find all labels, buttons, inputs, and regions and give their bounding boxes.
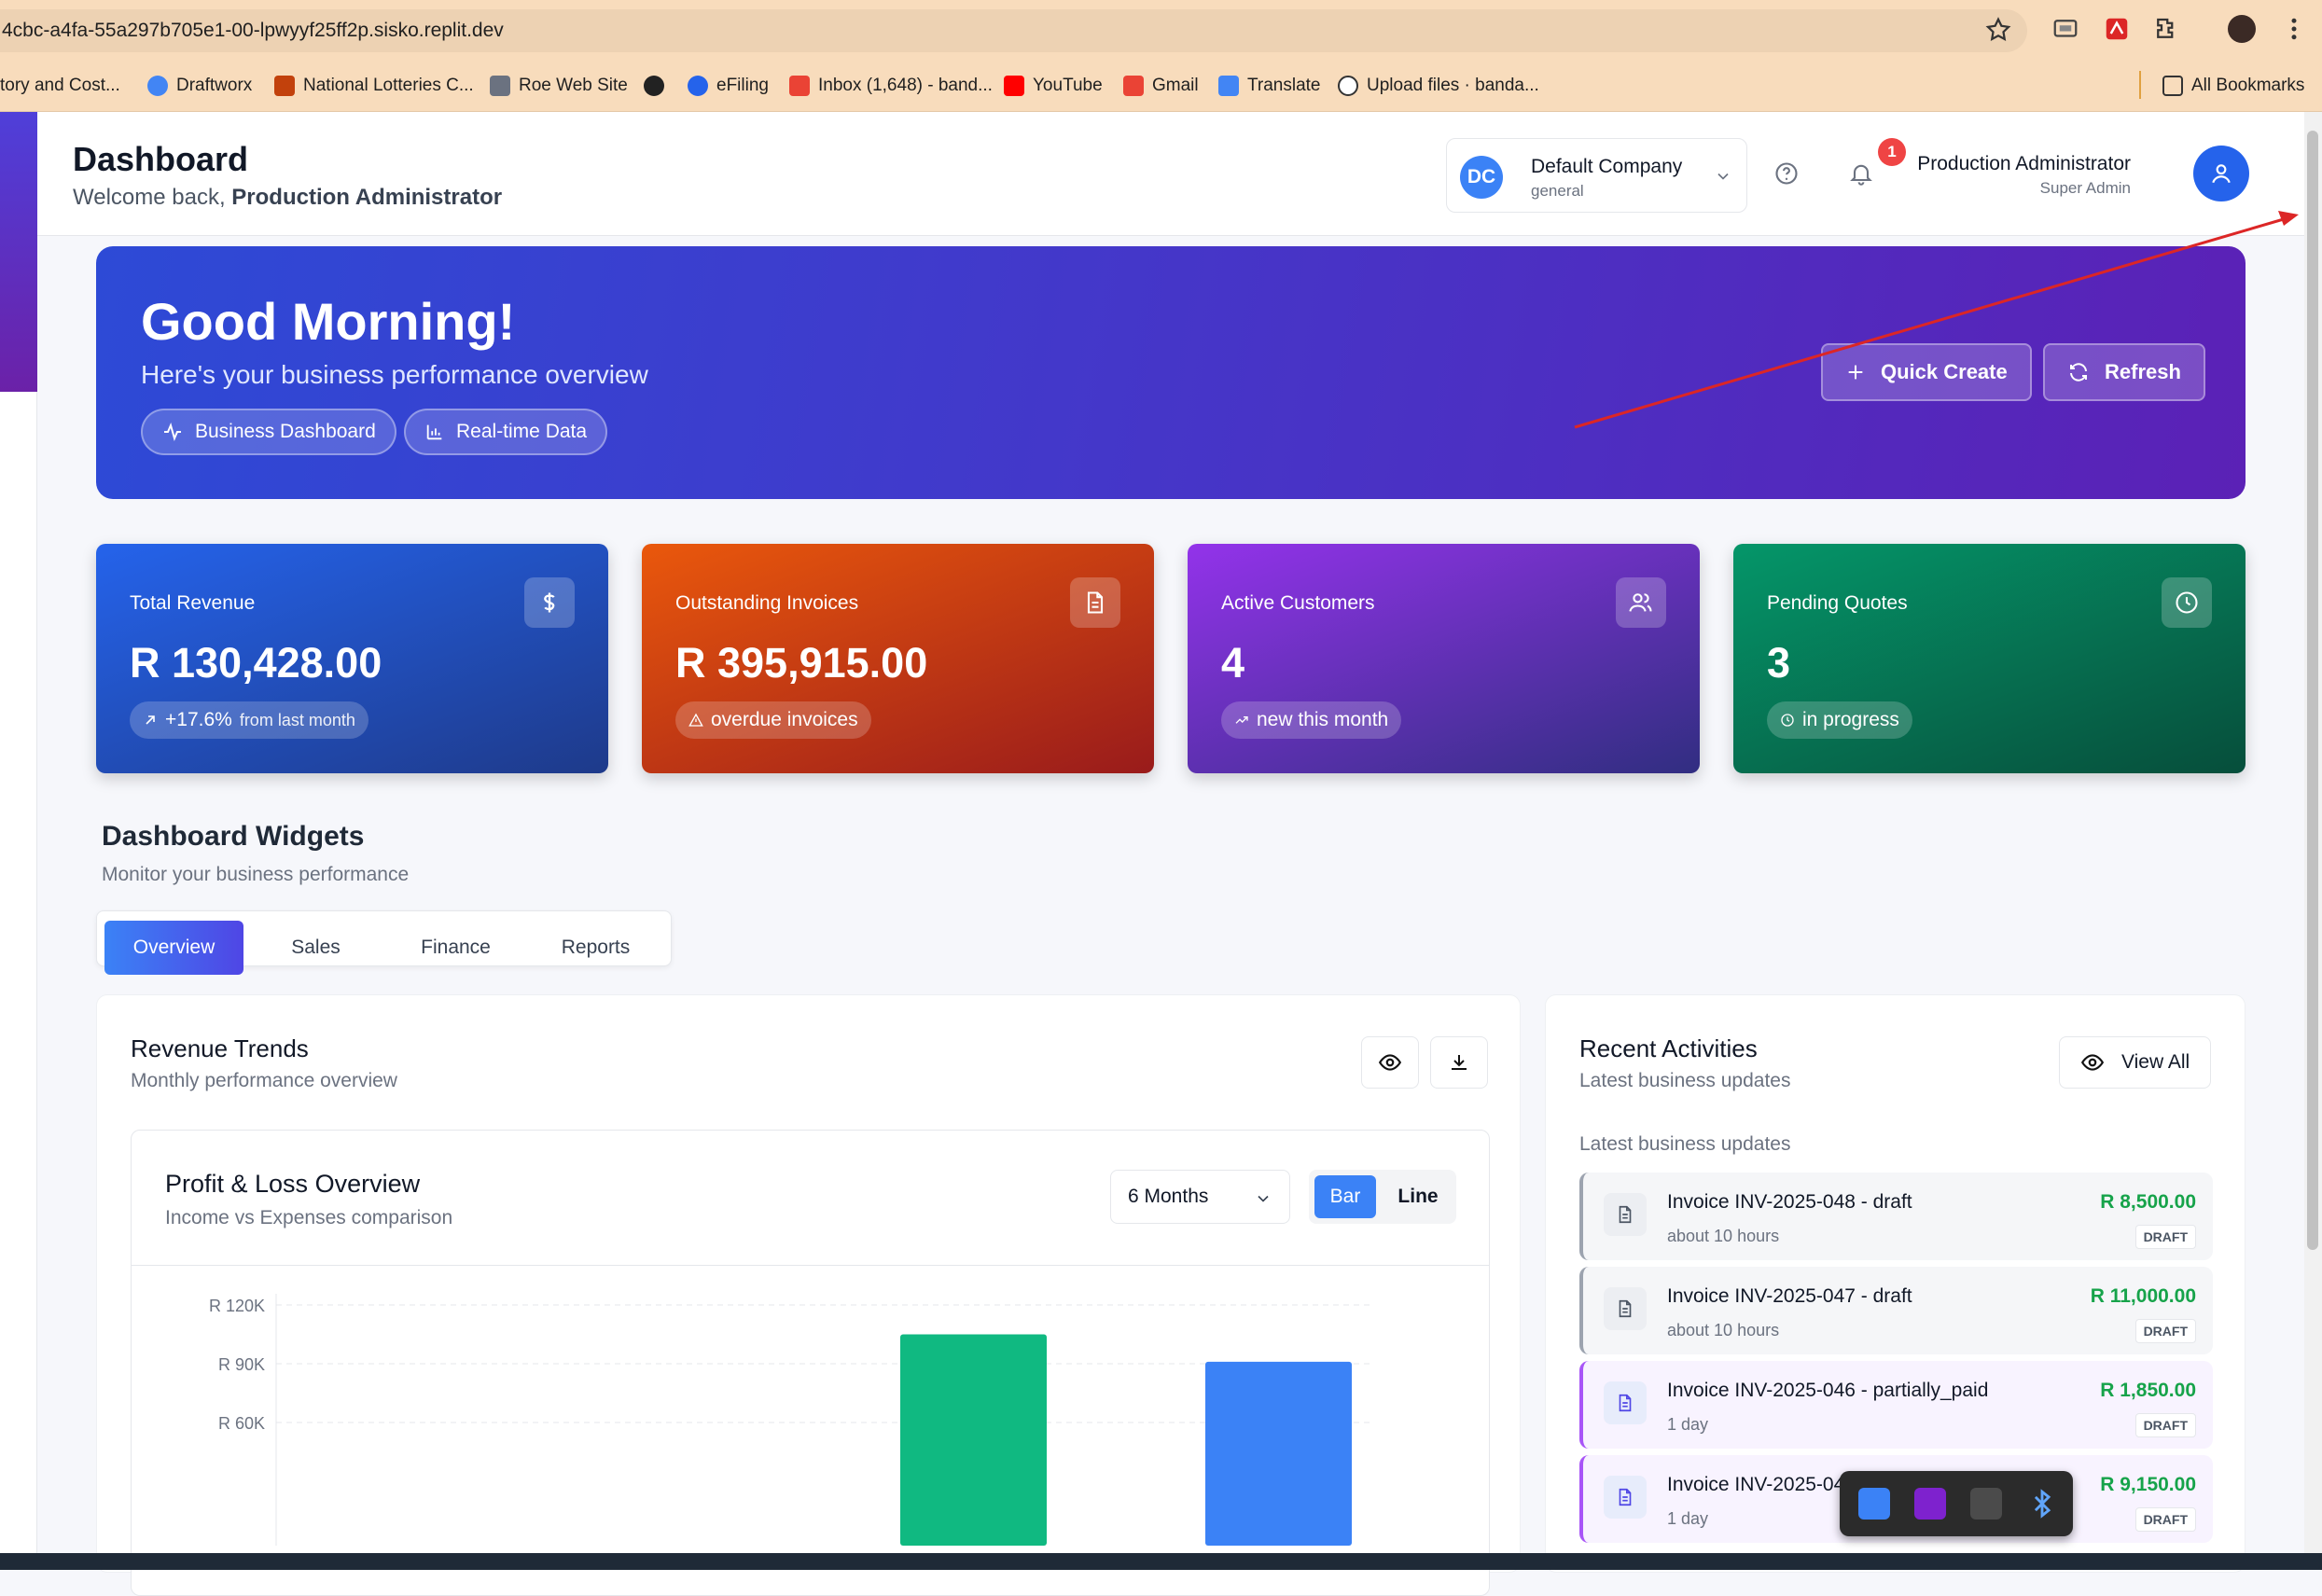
line-toggle[interactable]: Line [1387, 1175, 1449, 1218]
card-value: R 130,428.00 [130, 639, 382, 687]
chart-title: Profit & Loss Overview [165, 1170, 421, 1198]
activity-amount: R 11,000.00 [2090, 1285, 2196, 1307]
card-value: 3 [1767, 639, 1791, 687]
overdue-pill: overdue invoices [675, 701, 871, 739]
activity-time: 1 day [1667, 1415, 1709, 1434]
new-customers-pill: new this month [1221, 701, 1402, 739]
revenue-trends-panel: Revenue Trends Monthly performance overv… [96, 994, 1521, 1596]
period-select[interactable]: 6 Months [1110, 1170, 1290, 1224]
panel-subtitle: Latest business updates [1579, 1070, 1791, 1091]
card-value: R 395,915.00 [675, 639, 928, 687]
clock-icon [1781, 714, 1794, 727]
total-revenue-card[interactable]: Total Revenue R 130,428.00 +17.6% from la… [96, 544, 608, 773]
active-customers-card[interactable]: Active Customers 4 new this month [1188, 544, 1700, 773]
activity-name: Invoice INV-2025-047 - draft [1667, 1285, 1912, 1307]
card-title: Active Customers [1221, 592, 1375, 614]
activity-amount: R 9,150.00 [2100, 1474, 2196, 1495]
activity-item[interactable]: Invoice INV-2025-046 - partially_paid 1 d… [1579, 1361, 2213, 1449]
chart-bar[interactable] [1205, 1361, 1352, 1546]
y-tick-label: R 90K [218, 1355, 265, 1374]
activity-time: 1 day [1667, 1509, 1709, 1528]
profit-loss-chart: R 120K R 90K R 60K [209, 1294, 1372, 1547]
document-icon [1604, 1287, 1647, 1330]
status-badge: DRAFT [2134, 1507, 2196, 1532]
activity-item[interactable]: Invoice INV-2025-048 - draft about 10 hou… [1579, 1173, 2213, 1260]
app-window-icon[interactable] [1858, 1488, 1890, 1520]
card-title: Outstanding Invoices [675, 592, 859, 614]
activity-amount: R 8,500.00 [2100, 1191, 2196, 1213]
view-all-button[interactable]: View All [2059, 1036, 2211, 1089]
view-button[interactable] [1361, 1036, 1419, 1089]
activity-time: about 10 hours [1667, 1227, 1780, 1245]
os-taskbar [0, 1553, 2322, 1570]
pending-quotes-card[interactable]: Pending Quotes 3 in progress [1733, 544, 2246, 773]
outstanding-invoices-card[interactable]: Outstanding Invoices R 395,915.00 overdu… [642, 544, 1154, 773]
activity-amount: R 1,850.00 [2100, 1380, 2196, 1401]
panel-title: Revenue Trends [131, 1034, 309, 1062]
tab-finance[interactable]: Finance [386, 921, 525, 975]
warning-icon [688, 713, 703, 727]
tab-overview[interactable]: Overview [104, 921, 243, 975]
chart-bar[interactable] [900, 1334, 1047, 1547]
floating-toolbar [1840, 1471, 2073, 1536]
panel-subtitle: Monthly performance overview [131, 1070, 397, 1091]
arrow-up-right-icon [146, 715, 155, 725]
pen-icon[interactable] [1970, 1488, 2002, 1520]
widgets-title: Dashboard Widgets [102, 821, 365, 852]
chart-type-toggle: Bar Line [1309, 1170, 1456, 1224]
trending-up-icon [1235, 716, 1248, 724]
list-heading: Latest business updates [1579, 1133, 1791, 1155]
document-icon [1604, 1193, 1647, 1236]
chevron-down-icon [1258, 1195, 1269, 1202]
tab-sales[interactable]: Sales [246, 921, 385, 975]
chart-subtitle: Income vs Expenses comparison [165, 1207, 453, 1228]
bar-toggle[interactable]: Bar [1314, 1175, 1376, 1218]
activity-name: Invoice INV-2025-04 [1667, 1474, 1845, 1495]
tab-reports[interactable]: Reports [526, 921, 665, 975]
status-badge: DRAFT [2134, 1225, 2196, 1249]
download-icon [1452, 1055, 1467, 1070]
activity-time: about 10 hours [1667, 1321, 1780, 1339]
card-title: Pending Quotes [1767, 592, 1908, 614]
profit-loss-chart-card: Profit & Loss Overview Income vs Expense… [131, 1130, 1490, 1596]
widgets-subtitle: Monitor your business performance [102, 864, 410, 885]
panel-title: Recent Activities [1579, 1034, 1758, 1062]
activity-name: Invoice INV-2025-046 - partially_paid [1667, 1380, 1989, 1401]
status-badge: DRAFT [2134, 1413, 2196, 1437]
document-icon [1604, 1381, 1647, 1424]
status-badge: DRAFT [2134, 1319, 2196, 1343]
widget-tabs: Overview Sales Finance Reports [96, 910, 672, 975]
in-progress-pill: in progress [1767, 701, 1912, 739]
document-icon [1604, 1476, 1647, 1519]
card-title: Total Revenue [130, 592, 256, 614]
card-value: 4 [1221, 639, 1245, 687]
onenote-icon[interactable] [1914, 1488, 1946, 1520]
eye-icon [1378, 1054, 1402, 1071]
clock-icon [2162, 577, 2212, 628]
activity-name: Invoice INV-2025-048 - draft [1667, 1191, 1912, 1213]
document-icon [1070, 577, 1120, 628]
download-button[interactable] [1430, 1036, 1488, 1089]
eye-icon [2080, 1054, 2105, 1071]
y-tick-label: R 120K [209, 1297, 265, 1315]
bluetooth-icon[interactable] [2026, 1488, 2058, 1520]
activity-item[interactable]: Invoice INV-2025-047 - draft about 10 hou… [1579, 1267, 2213, 1354]
growth-pill: +17.6% from last month [130, 701, 368, 739]
users-icon [1616, 577, 1666, 628]
y-tick-label: R 60K [218, 1414, 265, 1433]
dollar-icon [524, 577, 575, 628]
